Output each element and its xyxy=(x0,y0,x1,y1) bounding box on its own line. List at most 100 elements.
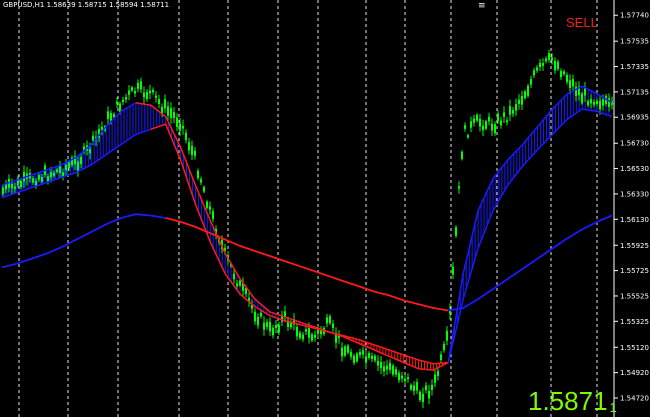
candle-body xyxy=(398,372,400,381)
candle-body xyxy=(512,110,514,114)
candle-body xyxy=(419,391,421,401)
price-tick-label: 1.57335 xyxy=(620,63,649,71)
candle-body xyxy=(386,365,388,370)
candle-body xyxy=(524,91,526,99)
candle-body xyxy=(275,325,277,329)
candle-body xyxy=(236,283,238,287)
candle-body xyxy=(332,323,334,329)
candle-body xyxy=(581,93,583,104)
candle-body xyxy=(452,266,454,275)
candle-body xyxy=(389,362,391,370)
candle-body xyxy=(365,356,367,363)
symbol-label: GBPUSD,H1 xyxy=(3,1,45,9)
candle-body xyxy=(266,322,268,327)
current-price-main: 1.5871 xyxy=(528,386,608,416)
price-tick-label: 1.57740 xyxy=(620,12,649,20)
price-tick-label: 1.56130 xyxy=(620,216,649,224)
candle-body xyxy=(89,149,91,154)
candle-body xyxy=(521,95,523,105)
candle-body xyxy=(392,365,394,375)
candle-body xyxy=(32,178,34,183)
chart-window[interactable]: 1.57740 1.57535 1.57335 1.57135 1.56935 1.567… xyxy=(0,0,650,417)
candle-body xyxy=(509,106,511,115)
candle-body xyxy=(173,112,175,119)
candle-body xyxy=(473,118,475,123)
candle-body xyxy=(326,317,328,324)
current-price-pip: 1 xyxy=(609,400,617,415)
candle-body xyxy=(158,98,160,104)
candle-body xyxy=(329,316,331,324)
candle-body xyxy=(359,352,361,355)
candle-body xyxy=(590,99,592,104)
candle-body xyxy=(50,172,52,178)
candle-body xyxy=(164,99,166,109)
price-tick-label: 1.54920 xyxy=(620,369,649,377)
candle-body xyxy=(176,117,178,127)
candle-body xyxy=(461,151,463,160)
candle-body xyxy=(584,88,586,96)
candle-body xyxy=(314,334,316,338)
candle-body xyxy=(353,356,355,363)
candle-body xyxy=(182,125,184,129)
candle-body xyxy=(194,150,196,156)
ma-slow-line xyxy=(165,217,449,312)
candle-body xyxy=(308,328,310,338)
candles xyxy=(2,49,613,409)
price-tick-label: 1.56935 xyxy=(620,114,649,122)
candle-body xyxy=(434,374,436,383)
candle-body xyxy=(401,375,403,379)
ma-mid-line xyxy=(150,123,449,365)
candle-body xyxy=(185,132,187,140)
candle-body xyxy=(464,125,466,129)
candle-body xyxy=(143,92,145,98)
candle-body xyxy=(470,121,472,128)
candle-body xyxy=(485,121,487,129)
candle-body xyxy=(116,101,118,104)
candle-body xyxy=(263,322,265,330)
candle-body xyxy=(149,90,151,94)
candle-body xyxy=(140,81,142,90)
candle-body xyxy=(476,114,478,121)
candle-body xyxy=(572,79,574,87)
menu-icon[interactable]: ≡ xyxy=(478,1,486,11)
candle-body xyxy=(542,63,544,66)
ma-fast-line xyxy=(1,102,137,186)
candle-body xyxy=(557,61,559,69)
candle-body xyxy=(260,312,262,317)
candle-body xyxy=(41,176,43,182)
price-tick-label: 1.55925 xyxy=(620,242,649,250)
price-tick-label: 1.57135 xyxy=(620,88,649,96)
candle-body xyxy=(320,330,322,335)
candle-body xyxy=(569,80,571,88)
ma-slow-line xyxy=(1,213,166,269)
candle-body xyxy=(491,123,493,131)
candle-body xyxy=(137,82,139,89)
candle-body xyxy=(494,124,496,134)
ma-fast-line xyxy=(447,85,613,363)
candle-body xyxy=(533,70,535,76)
candle-body xyxy=(455,227,457,236)
candle-body xyxy=(527,85,529,96)
ma-fast-line xyxy=(135,101,449,371)
candle-body xyxy=(395,369,397,375)
candle-body xyxy=(239,280,241,286)
candle-body xyxy=(233,273,235,280)
candle-body xyxy=(431,384,433,390)
candle-body xyxy=(539,62,541,68)
price-chart[interactable]: 1.57740 1.57535 1.57335 1.57135 1.56935 1.567… xyxy=(0,0,650,417)
candle-body xyxy=(602,99,604,106)
candle-body xyxy=(302,334,304,340)
candle-body xyxy=(446,330,448,341)
candle-body xyxy=(203,187,205,192)
candle-body xyxy=(413,385,415,392)
price-tick-label: 1.56730 xyxy=(620,140,649,148)
candle-body xyxy=(560,70,562,78)
candle-body xyxy=(488,116,490,122)
candle-body xyxy=(212,211,214,220)
candle-body xyxy=(416,382,418,391)
candle-body xyxy=(53,172,55,176)
candle-body xyxy=(272,327,274,336)
candle-body xyxy=(152,89,154,93)
candle-body xyxy=(278,325,280,332)
price-tick-label: 1.55325 xyxy=(620,318,649,326)
